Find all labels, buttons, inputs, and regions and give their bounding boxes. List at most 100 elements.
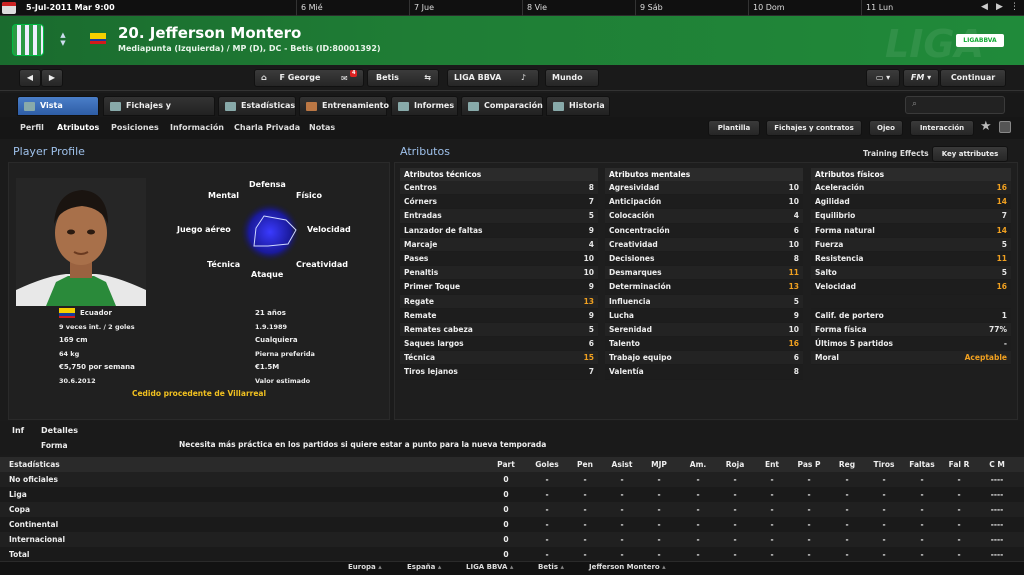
breadcrumb-club[interactable]: Betis ▴ xyxy=(538,563,564,571)
stats-column-header[interactable]: Am. xyxy=(683,460,713,469)
attribute-row[interactable]: Anticipación 10 xyxy=(605,195,803,210)
calendar-icon[interactable] xyxy=(2,2,16,14)
attribute-row[interactable]: Trabajo equipo 6 xyxy=(605,351,803,366)
attribute-row[interactable]: Salto 5 xyxy=(811,266,1011,281)
day-6[interactable]: 11 Lun xyxy=(866,3,893,12)
subnav-profile[interactable]: Perfil xyxy=(20,123,44,132)
nationality[interactable]: Ecuador xyxy=(80,309,112,317)
squad-button[interactable]: Plantilla xyxy=(708,120,760,136)
attribute-row[interactable]: Marcaje 4 xyxy=(400,237,598,252)
table-row[interactable]: Copa 0- - - - - - - - - - - - ---- xyxy=(0,502,1024,517)
attribute-row[interactable]: Decisiones 8 xyxy=(605,251,803,267)
attribute-row[interactable]: Regate 13 xyxy=(400,294,598,309)
attribute-row[interactable]: Penaltis 10 xyxy=(400,266,598,281)
stats-column-header[interactable]: Tiros xyxy=(869,460,899,469)
attribute-row[interactable]: Agresividad 10 xyxy=(605,181,803,196)
attribute-row[interactable]: Remates cabeza 5 xyxy=(400,322,598,338)
tab-reports[interactable]: Informes xyxy=(391,96,458,116)
day-5[interactable]: 10 Dom xyxy=(753,3,785,12)
attribute-row[interactable]: Pases 10 xyxy=(400,251,598,267)
key-attributes-button[interactable]: Key attributes xyxy=(932,146,1008,162)
interaction-button[interactable]: Interacción xyxy=(910,120,974,136)
attribute-row[interactable]: Remate 9 xyxy=(400,308,598,323)
attribute-row[interactable]: Creatividad 10 xyxy=(605,237,803,252)
stats-column-header[interactable]: Pas P xyxy=(794,460,824,469)
breadcrumb-player[interactable]: Jefferson Montero ▴ xyxy=(589,563,666,571)
day-3[interactable]: 8 Vie xyxy=(527,3,547,12)
table-row[interactable]: Liga 0- - - - - - - - - - - - ---- xyxy=(0,487,1024,502)
attribute-row[interactable]: Fuerza 5 xyxy=(811,237,1011,252)
subnav-private-chat[interactable]: Charla Privada xyxy=(234,123,300,132)
club-menu-button[interactable]: Betis ⇆ xyxy=(367,69,439,87)
world-menu-button[interactable]: Mundo xyxy=(545,69,599,87)
stats-column-header[interactable]: Pen xyxy=(570,460,600,469)
stats-column-header[interactable]: MJP xyxy=(644,460,674,469)
subnav-information[interactable]: Información xyxy=(170,123,224,132)
attribute-row[interactable]: Influencia 5 xyxy=(605,294,803,309)
attribute-row[interactable]: Técnica 15 xyxy=(400,351,598,366)
shortlist-icon[interactable] xyxy=(999,121,1011,133)
attribute-row[interactable]: Moral Aceptable xyxy=(811,351,1011,366)
attribute-row[interactable]: Centros 8 xyxy=(400,181,598,196)
attribute-row[interactable]: Tiros lejanos 7 xyxy=(400,365,598,380)
attribute-row[interactable]: Primer Toque 9 xyxy=(400,280,598,295)
attribute-row[interactable]: Forma natural 14 xyxy=(811,223,1011,238)
table-row[interactable]: Continental 0- - - - - - - - - - - - ---- xyxy=(0,517,1024,532)
attribute-row[interactable]: Saques largos 6 xyxy=(400,337,598,352)
fm-menu-button[interactable]: FM ▾ xyxy=(903,69,939,87)
attribute-row[interactable]: Últimos 5 partidos - xyxy=(811,336,1011,352)
tab-transfers[interactable]: Fichajes y contratos xyxy=(103,96,215,128)
attribute-row[interactable]: Equilibrio 7 xyxy=(811,209,1011,224)
training-effects-button[interactable]: Training Effects xyxy=(863,149,929,158)
attribute-row[interactable]: Forma física 77% xyxy=(811,322,1011,337)
attribute-row[interactable]: Serenidad 10 xyxy=(605,322,803,338)
manager-menu-button[interactable]: ⌂ F George ✉ 4 xyxy=(254,69,364,87)
tab-training[interactable]: Entrenamiento xyxy=(299,96,389,116)
stats-column-header[interactable]: Part xyxy=(491,460,521,469)
stats-column-header[interactable]: C M xyxy=(982,460,1012,469)
subnav-notes[interactable]: Notas xyxy=(309,123,335,132)
tab-overview[interactable]: Vista general xyxy=(17,96,99,128)
stats-column-header[interactable]: Faltas xyxy=(907,460,937,469)
screen-options-button[interactable]: ▭ ▾ xyxy=(866,69,900,87)
day-4[interactable]: 9 Sáb xyxy=(640,3,663,12)
attribute-row[interactable]: Córners 7 xyxy=(400,195,598,210)
continue-button[interactable]: Continuar xyxy=(940,69,1006,87)
tab-history[interactable]: Historia xyxy=(546,96,610,116)
club-crest-icon[interactable] xyxy=(12,24,44,56)
day-1[interactable]: 6 Mié xyxy=(301,3,323,12)
attribute-row[interactable]: Concentración 6 xyxy=(605,223,803,238)
scout-button[interactable]: Ojeo xyxy=(869,120,903,136)
stats-column-header[interactable]: Fal R xyxy=(944,460,974,469)
stats-column-header[interactable]: Roja xyxy=(720,460,750,469)
attribute-row[interactable]: Desmarques 11 xyxy=(605,266,803,281)
tab-stats[interactable]: Estadísticas xyxy=(218,96,296,116)
attribute-row[interactable]: Valentía 8 xyxy=(605,365,803,380)
back-button[interactable]: ◀ xyxy=(19,69,41,87)
attribute-row[interactable]: Calif. de portero 1 xyxy=(811,308,1011,323)
attribute-row[interactable]: Talento 16 xyxy=(605,337,803,352)
search-input[interactable]: ⌕ xyxy=(905,96,1005,114)
forward-button[interactable]: ▶ xyxy=(41,69,63,87)
breadcrumb-league[interactable]: LIGA BBVA ▴ xyxy=(466,563,513,571)
loan-note[interactable]: Cedido procedente de Villarreal xyxy=(8,389,390,398)
prev-day-icon[interactable]: ◀ xyxy=(981,2,988,12)
star-icon[interactable]: ★ xyxy=(980,119,992,134)
subnav-attributes[interactable]: Atributos xyxy=(57,123,99,132)
stats-column-header[interactable]: Ent xyxy=(757,460,787,469)
attribute-row[interactable]: Entradas 5 xyxy=(400,209,598,224)
table-row[interactable]: No oficiales 0- - - - - - - - - - - - ---- xyxy=(0,472,1024,487)
stats-column-header[interactable]: Goles xyxy=(532,460,562,469)
stats-column-header[interactable]: Asist xyxy=(607,460,637,469)
league-menu-button[interactable]: LIGA BBVA ♪ xyxy=(447,69,539,87)
table-row[interactable]: Internacional 0- - - - - - - - - - - - ---- xyxy=(0,532,1024,547)
more-icon[interactable]: ⋮ xyxy=(1010,2,1019,12)
current-date[interactable]: 5-Jul-2011 Mar 9:00 xyxy=(26,3,115,12)
stats-column-header[interactable]: Reg xyxy=(832,460,862,469)
breadcrumb-spain[interactable]: España ▴ xyxy=(407,563,441,571)
tab-comparison[interactable]: Comparación xyxy=(461,96,543,116)
player-switch-arrows-icon[interactable]: ▲ ▼ xyxy=(58,31,68,47)
attribute-row[interactable]: Lucha 9 xyxy=(605,308,803,323)
transfers-contracts-button[interactable]: Fichajes y contratos xyxy=(766,120,862,136)
attribute-row[interactable]: Colocación 4 xyxy=(605,209,803,224)
